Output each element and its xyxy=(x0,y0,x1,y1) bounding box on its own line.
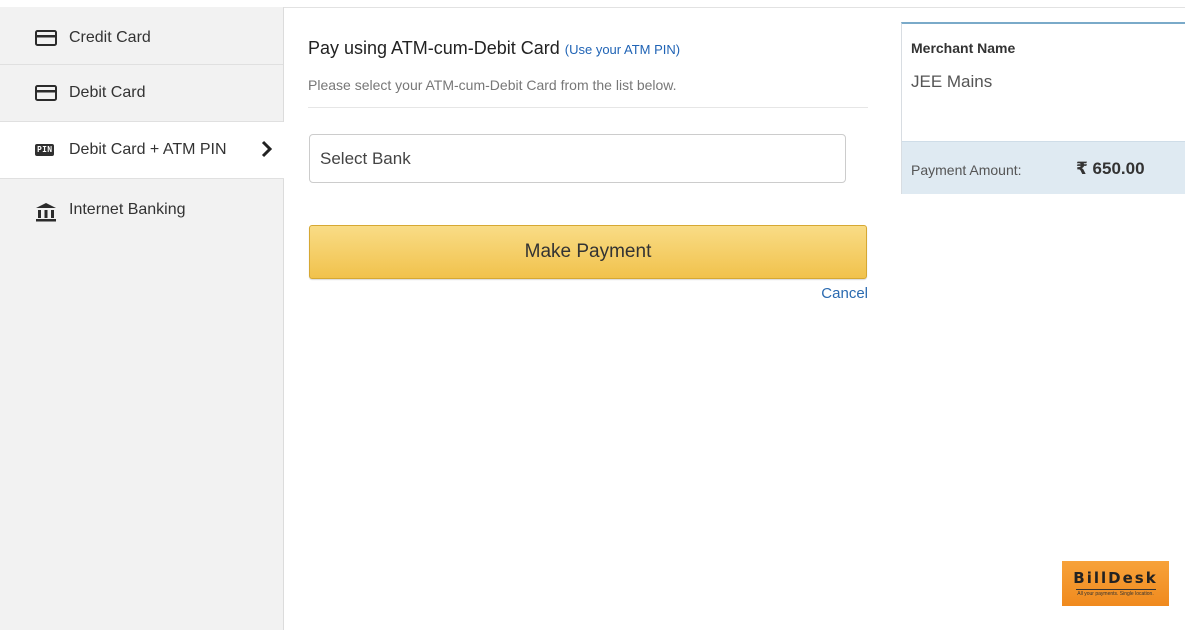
chevron-right-icon xyxy=(261,140,273,158)
sidebar-item-label: Debit Card + ATM PIN xyxy=(69,141,227,158)
pin-badge: PIN xyxy=(35,144,55,156)
pin-icon: PIN xyxy=(35,144,60,156)
bank-icon xyxy=(35,202,60,222)
billdesk-logo-tagline: All your payments. Single location. xyxy=(1077,590,1154,597)
billdesk-logo-name: BillDesk xyxy=(1073,568,1158,587)
divider xyxy=(308,107,868,108)
merchant-panel: Merchant Name JEE Mains Payment Amount: … xyxy=(901,22,1185,194)
sidebar-item-debit-card-atm-pin[interactable]: PIN Debit Card + ATM PIN xyxy=(0,122,284,179)
select-bank-placeholder: Select Bank xyxy=(320,148,411,168)
page-title-text: Pay using ATM-cum-Debit Card xyxy=(308,38,560,58)
sidebar-item-debit-card[interactable]: Debit Card xyxy=(0,65,283,122)
sidebar-item-label: Debit Card xyxy=(69,84,146,101)
sidebar-item-label: Internet Banking xyxy=(69,201,186,218)
atm-pin-note: (Use your ATM PIN) xyxy=(564,42,681,57)
instruction-text: Please select your ATM-cum-Debit Card fr… xyxy=(308,77,677,93)
billdesk-logo: BillDesk All your payments. Single locat… xyxy=(1062,561,1169,606)
card-icon xyxy=(35,85,60,101)
page-title: Pay using ATM-cum-Debit Card (Use your A… xyxy=(308,38,680,59)
card-icon xyxy=(35,30,60,46)
payment-method-sidebar: Credit Card Debit Card PIN Debit Card + … xyxy=(0,7,284,630)
merchant-name: JEE Mains xyxy=(911,72,993,91)
select-bank-dropdown[interactable]: Select Bank xyxy=(309,134,846,183)
payment-amount-label: Payment Amount: xyxy=(911,162,1022,178)
make-payment-button[interactable]: Make Payment xyxy=(309,225,867,279)
sidebar-item-label: Credit Card xyxy=(69,29,151,46)
merchant-name-label: Merchant Name xyxy=(911,40,1016,56)
sidebar-item-internet-banking[interactable]: Internet Banking xyxy=(0,179,283,239)
payment-amount: ₹ 650.00 xyxy=(1076,159,1145,178)
cancel-link[interactable]: Cancel xyxy=(821,285,868,302)
payment-amount-bar: Payment Amount: ₹ 650.00 xyxy=(902,141,1185,194)
sidebar-item-credit-card[interactable]: Credit Card xyxy=(0,7,283,65)
logo-underline xyxy=(1075,588,1156,590)
